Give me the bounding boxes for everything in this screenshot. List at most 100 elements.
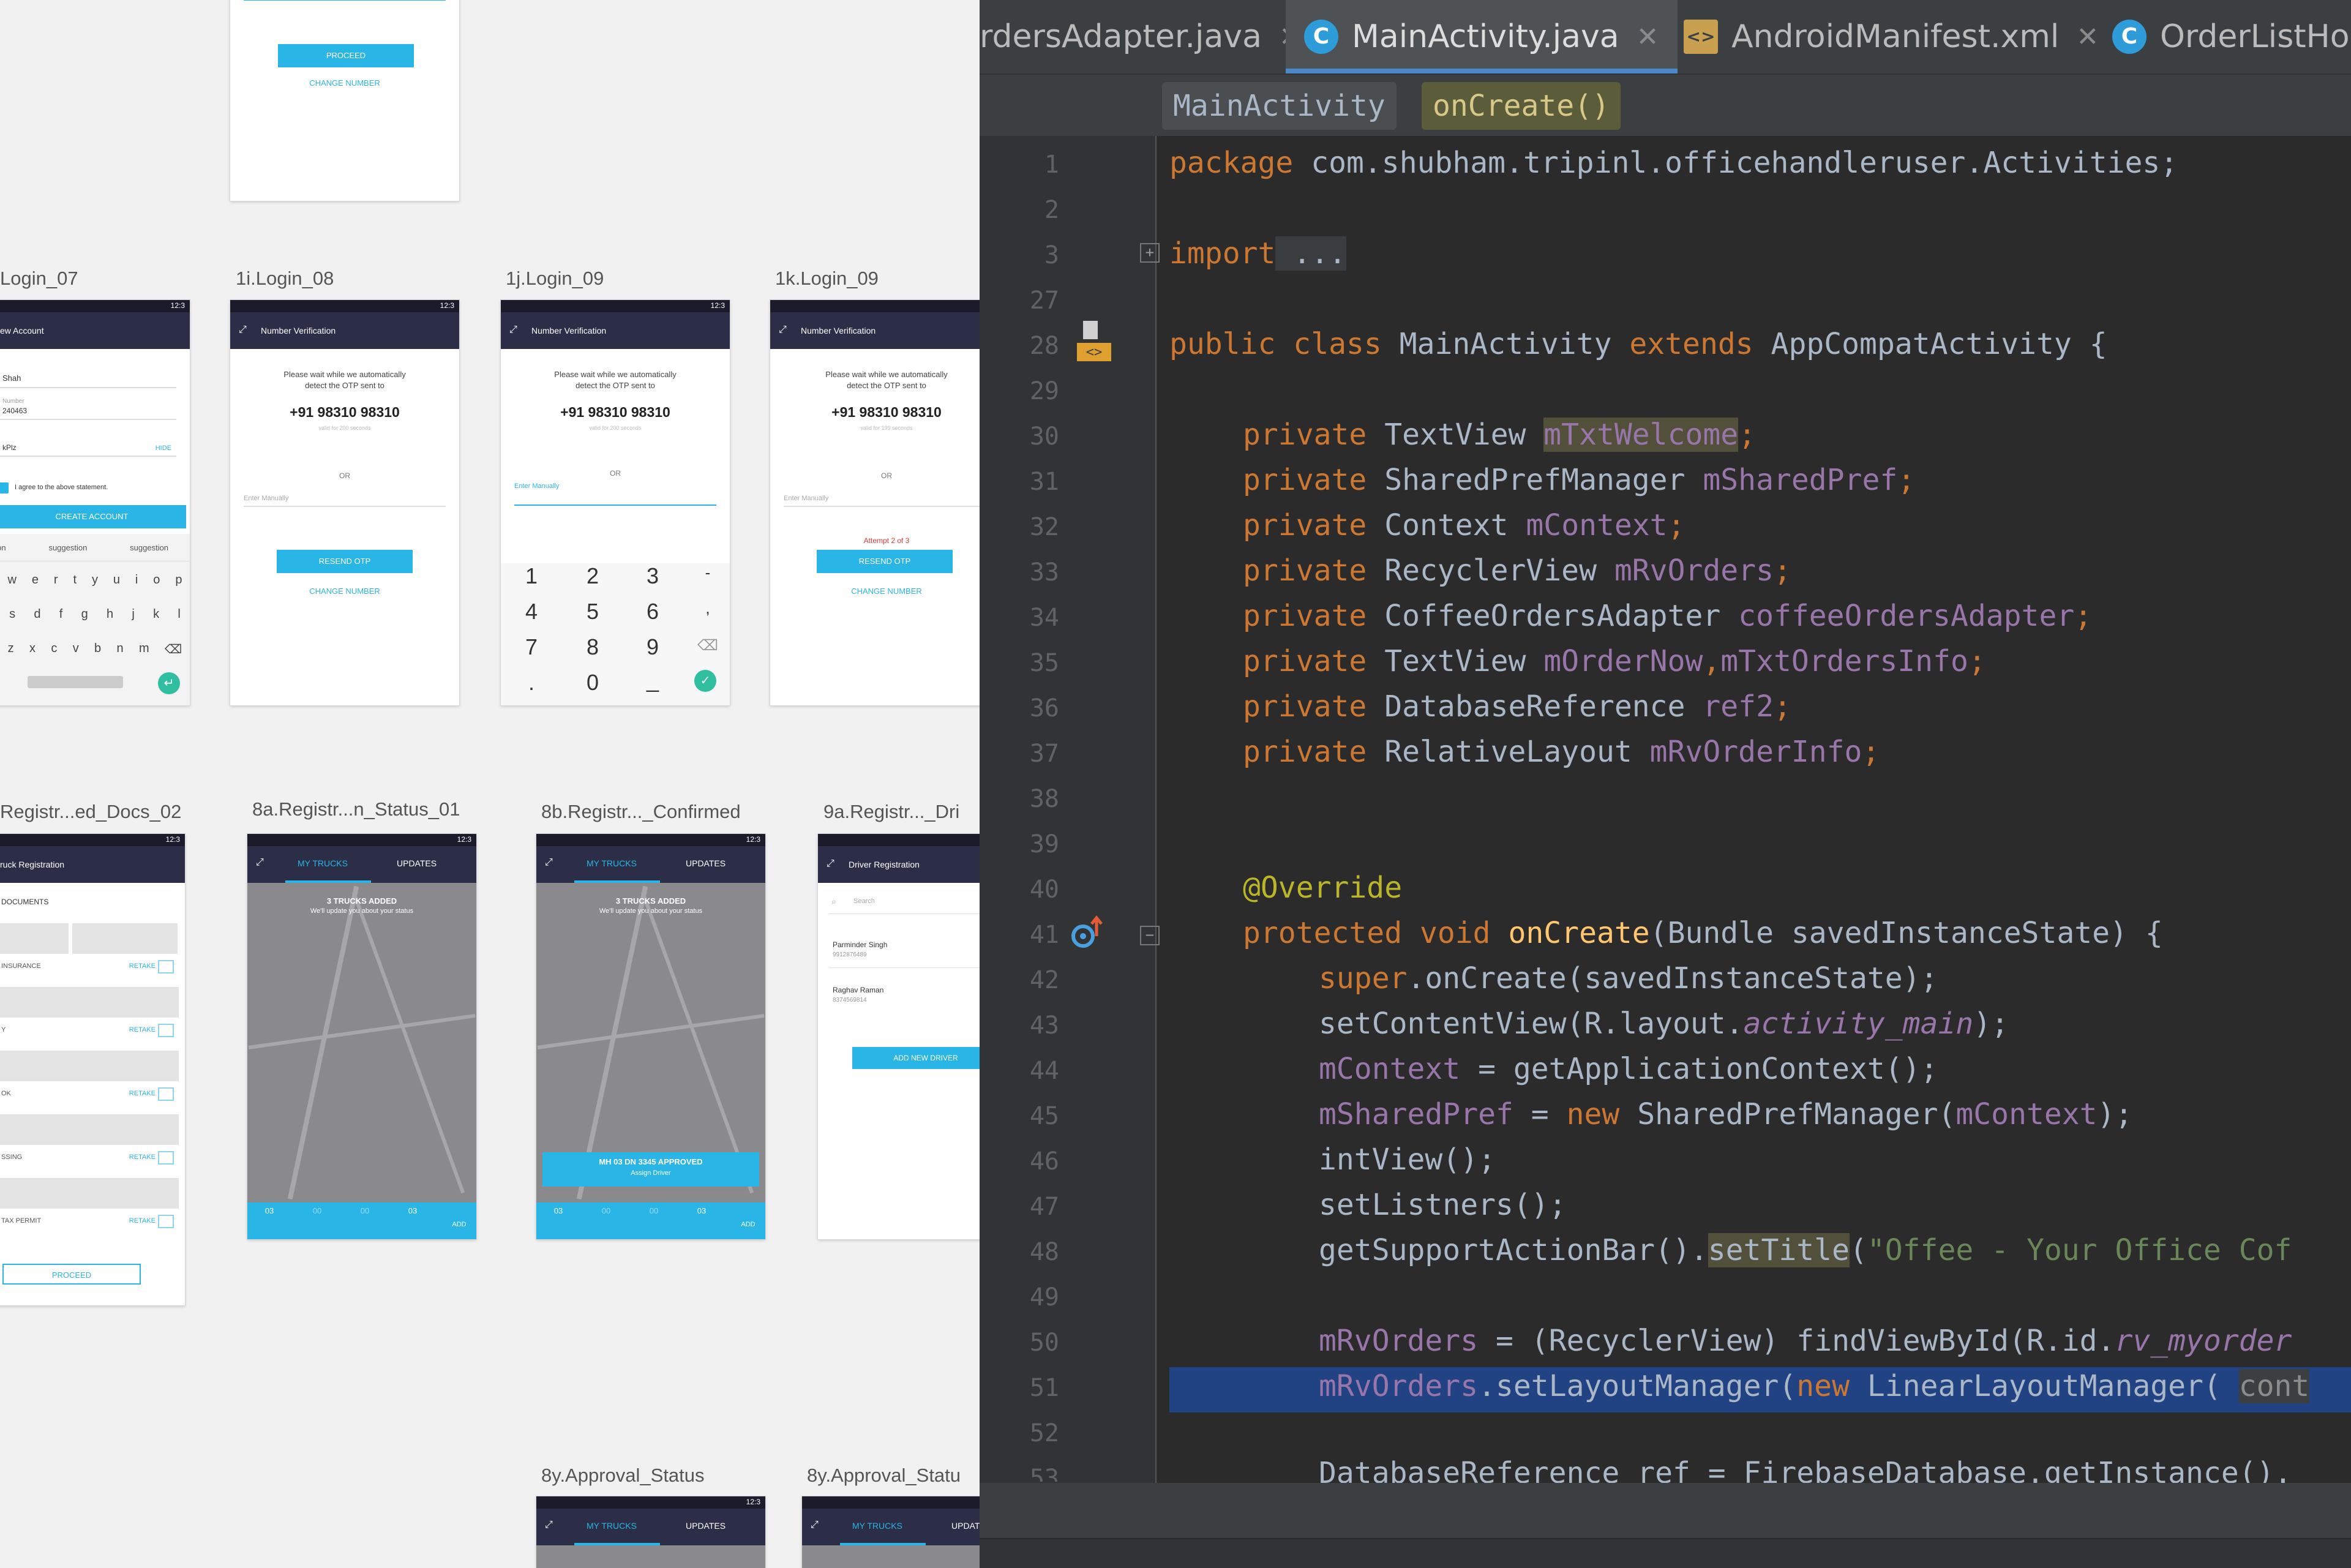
artboard-login-08[interactable]: 12:3 ⤢ Number Verification Please wait wh… [230,300,459,705]
add-new-driver-button[interactable]: ADD NEW DRIVER [852,1047,980,1069]
camera-icon[interactable] [158,1087,174,1101]
key[interactable]: o [153,573,160,587]
code-line-35[interactable]: private TextView mOrderNow,mTxtOrdersInf… [1243,644,1986,678]
key[interactable]: i [135,573,138,587]
resend-otp-button[interactable]: RESEND OTP [817,550,953,573]
add-truck-button[interactable]: ADD [447,1221,471,1228]
resend-otp-button[interactable]: RESEND OTP [277,550,413,573]
artboard-login-09[interactable]: 12:3 ⤢ Number Verification Please wait wh… [501,300,730,705]
back-icon[interactable]: ⤢ [239,324,250,336]
key[interactable]: s [9,607,15,621]
code-line-31[interactable]: private SharedPrefManager mSharedPref; [1243,463,1915,497]
code-line-44[interactable]: mContext = getApplicationContext(); [1319,1052,1938,1086]
breadcrumb-class[interactable]: MainActivity [1162,82,1397,130]
artboard-login-07[interactable]: 12:3 ew Account Shah Number 240463 kPlz … [0,300,190,705]
numpad-key[interactable]: 9 [628,634,677,660]
numpad[interactable]: 1 2 3 - 4 5 6 , 7 8 9 ⌫ . 0 _ ✓ [501,563,730,705]
key[interactable]: h [107,607,113,621]
create-account-button[interactable]: CREATE ACCOUNT [0,505,186,528]
assign-driver-link[interactable]: Assign Driver [542,1169,759,1177]
doc-thumb[interactable] [72,923,178,954]
tab-main-activity[interactable]: C MainActivity.java ✕ [1286,0,1678,73]
tab-orders-adapter[interactable]: rdersAdapter.java✕ [980,0,1302,73]
camera-icon[interactable] [158,1215,174,1228]
artboard-approval-status-2[interactable]: 12:3 ⤢ MY TRUCKS UPDATES [802,1496,980,1568]
code-line-41[interactable]: protected void onCreate(Bundle savedInst… [1243,916,2163,950]
close-icon[interactable]: ✕ [2076,21,2099,53]
code-line-47[interactable]: setListners(); [1319,1188,1567,1222]
map-view[interactable] [536,1545,765,1568]
breadcrumb-method[interactable]: onCreate() [1422,82,1621,130]
code-line-37[interactable]: private RelativeLayout mRvOrderInfo; [1243,735,1880,769]
key[interactable]: n [117,642,124,657]
search-input[interactable]: ⌕ Search [829,893,980,914]
code-line-36[interactable]: private DatabaseReference ref2; [1243,689,1791,724]
doc-row[interactable] [0,1114,179,1145]
numpad-key[interactable]: - [683,563,730,582]
keyboard-row[interactable]: z x c v b n m ⌫ [0,642,190,657]
key[interactable]: b [94,642,101,657]
keyboard-row[interactable]: wertyuiop [0,573,190,587]
code-line-3[interactable]: import ... [1169,236,1346,271]
expand-icon[interactable]: ⤢ [811,1520,819,1531]
key[interactable]: z [8,642,14,657]
code-line-1[interactable]: package com.shubham.tripinl.officehandle… [1169,146,2178,180]
tab-updates[interactable]: UPDATES [397,858,437,868]
key[interactable]: t [73,573,77,587]
count-on-trip[interactable]: 00 [305,1206,329,1215]
enter-key[interactable]: ↵ [158,672,180,694]
count-inactive[interactable]: 03 [400,1206,425,1215]
close-icon[interactable]: ✕ [1637,21,1659,53]
artboard-driver-registration[interactable]: 12:3 ⤢ Driver Registration ⌕ Search Parmi… [818,834,980,1239]
artboard-top[interactable]: PROCEED CHANGE NUMBER [230,0,459,201]
code-line-40[interactable]: @Override [1243,871,1402,905]
numpad-key[interactable]: 3 [628,563,677,589]
artboard-docs-02[interactable]: 12:3 ruck Registration DOCUMENTS INSURAN… [0,834,185,1305]
code-line-53[interactable]: DatabaseReference ref = FirebaseDatabase… [1319,1456,2292,1483]
back-icon[interactable]: ⤢ [509,324,520,336]
key[interactable]: l [178,607,180,621]
back-icon[interactable]: ⤢ [779,324,790,336]
numpad-key[interactable]: 6 [628,599,677,625]
retake-button[interactable]: RETAKE [129,1153,156,1161]
numpad-key[interactable]: _ [628,667,677,693]
done-key[interactable]: ✓ [694,670,716,692]
suggestion[interactable]: suggestion [130,543,168,552]
key[interactable]: j [132,607,134,621]
numpad-key[interactable]: 2 [568,563,617,589]
count-all[interactable]: 03 [546,1206,571,1215]
doc-thumb[interactable] [0,923,69,954]
backspace-key[interactable]: ⌫ [165,642,182,657]
collapse-fold-icon[interactable]: − [1140,926,1160,945]
code-line-43[interactable]: setContentView(R.layout.activity_main); [1319,1007,2009,1041]
change-number-link[interactable]: CHANGE NUMBER [230,78,459,88]
tab-my-trucks[interactable]: MY TRUCKS [852,1521,902,1531]
suggestion[interactable]: estion [0,543,6,552]
key[interactable]: f [59,607,63,621]
expand-icon[interactable]: ⤢ [256,857,264,868]
suggestion[interactable]: suggestion [48,543,87,552]
expand-icon[interactable]: ⤢ [827,858,838,869]
key[interactable]: y [92,573,98,587]
code-line-46[interactable]: intView(); [1319,1142,1496,1177]
key[interactable]: p [175,573,182,587]
tab-my-trucks[interactable]: MY TRUCKS [298,858,348,868]
code-line-48[interactable]: getSupportActionBar().setTitle("Offee - … [1319,1233,2292,1267]
numpad-key[interactable]: . [507,670,556,696]
count-idle[interactable]: 00 [353,1206,377,1215]
numpad-key[interactable]: 1 [507,563,556,589]
code-line-28[interactable]: public class MainActivity extends AppCom… [1169,327,2107,361]
enter-manually-input[interactable]: Enter Manually [244,495,288,502]
expand-icon[interactable]: ⤢ [545,857,553,868]
agree-checkbox[interactable] [0,482,9,493]
code-line-50[interactable]: mRvOrders = (RecyclerView) findViewById(… [1319,1324,2292,1358]
backspace-key[interactable]: ⌫ [683,637,730,655]
code-line-32[interactable]: private Context mContext; [1243,508,1685,542]
spacebar[interactable] [28,676,123,688]
map-view[interactable] [802,1545,980,1568]
proceed-button[interactable]: PROCEED [278,44,414,67]
numpad-key[interactable]: 0 [568,670,617,696]
key[interactable]: m [139,642,149,657]
code-line-45[interactable]: mSharedPref = new SharedPrefManager(mCon… [1319,1097,2132,1131]
change-number-link[interactable]: CHANGE NUMBER [230,587,459,596]
